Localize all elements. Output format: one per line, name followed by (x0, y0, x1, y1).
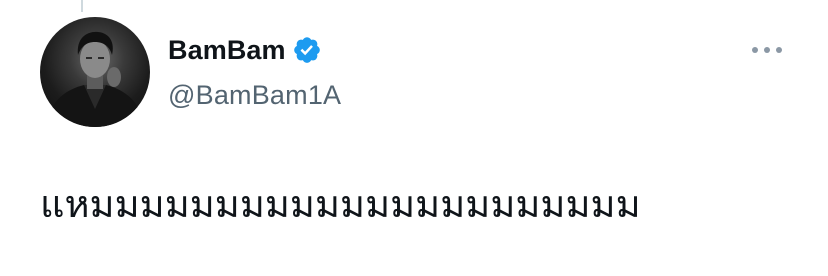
profile-photo-icon (45, 31, 145, 127)
user-handle[interactable]: @BamBam1A (168, 80, 341, 111)
name-row: BamBam (168, 30, 341, 70)
more-horizontal-icon (752, 47, 758, 53)
avatar[interactable] (40, 17, 150, 127)
verified-badge-icon (292, 35, 322, 65)
more-dot (776, 47, 782, 53)
more-options-button[interactable] (752, 40, 782, 60)
display-name[interactable]: BamBam (168, 35, 286, 66)
tweet-header: BamBam @BamBam1A (168, 30, 341, 111)
tweet-text: แหมมมมมมมมมมมมมมมมมมมมมม (40, 182, 641, 226)
tweet[interactable]: BamBam @BamBam1A แหมมมมมมมมมมมมมมมมมมมมม… (0, 0, 828, 276)
more-dot (764, 47, 770, 53)
